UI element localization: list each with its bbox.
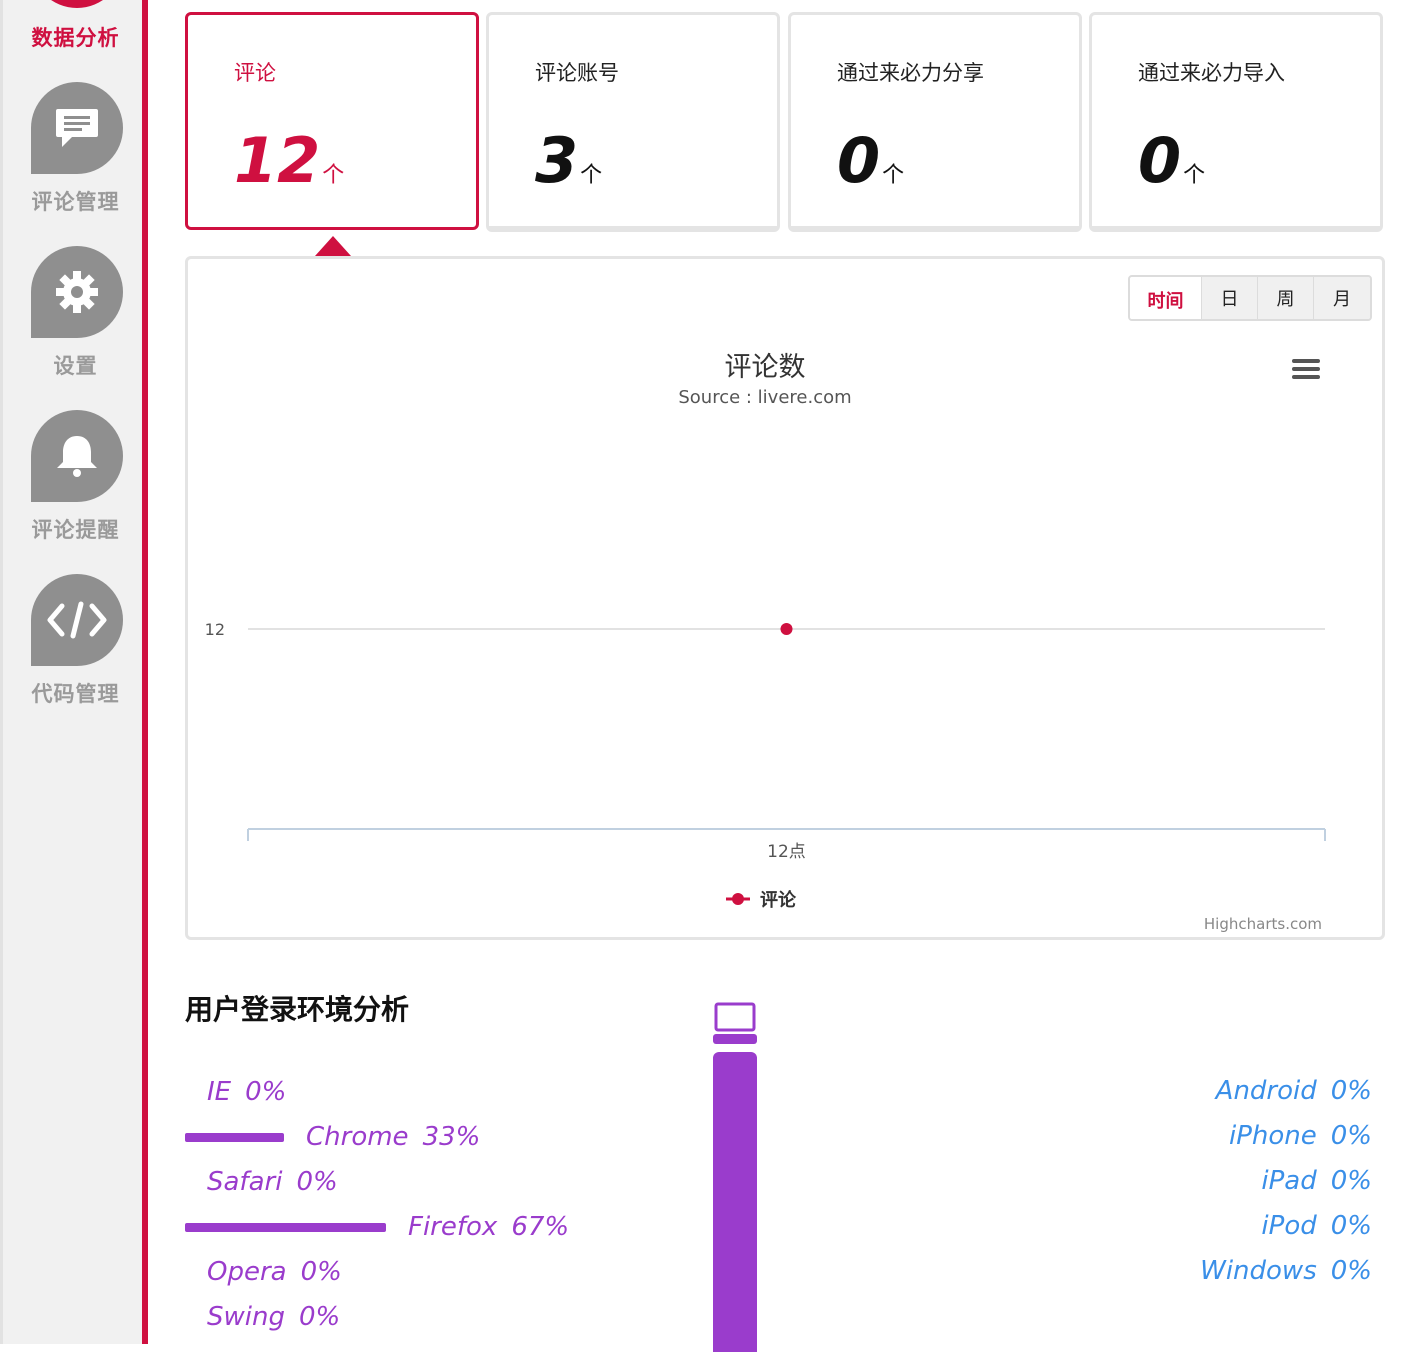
browser-percent: 67% xyxy=(511,1212,570,1242)
stat-card-value: 12个 xyxy=(234,124,345,197)
stat-card-value: 0个 xyxy=(837,124,905,197)
browser-name: IE xyxy=(207,1077,232,1107)
env-section-title: 用户登录环境分析 xyxy=(185,993,410,1026)
os-row: Android 0% xyxy=(1216,1076,1372,1116)
os-percent: 0% xyxy=(1330,1076,1372,1106)
stat-card-title: 通过来必力导入 xyxy=(1138,61,1285,85)
browser-name: Swing xyxy=(207,1302,285,1332)
os-percent: 0% xyxy=(1330,1121,1372,1151)
browser-bar xyxy=(185,1132,284,1142)
browser-percent: 0% xyxy=(296,1167,338,1197)
os-percent: 0% xyxy=(1330,1256,1372,1286)
browser-label: Swing 0% xyxy=(207,1302,340,1332)
browser-name: Firefox xyxy=(408,1212,498,1242)
browser-name: Opera xyxy=(207,1257,287,1287)
os-percent: 0% xyxy=(1330,1211,1372,1241)
stat-card-title: 评论 xyxy=(234,61,276,85)
browser-name: Chrome xyxy=(306,1122,409,1152)
os-row: iPhone 0% xyxy=(1229,1121,1372,1161)
stat-card-shares[interactable]: 通过来必力分享 0个 xyxy=(788,12,1082,232)
legend-symbol-marker xyxy=(732,893,744,905)
browser-row: Opera 0% xyxy=(185,1252,342,1292)
gear-icon[interactable] xyxy=(31,246,123,338)
browser-percent: 0% xyxy=(300,1257,342,1287)
browser-row: Safari 0% xyxy=(185,1162,338,1202)
os-name: Android xyxy=(1215,1076,1317,1106)
browser-row: IE 0% xyxy=(185,1072,286,1112)
chart-panel: 时间 日 周 月 评论数 Source : livere.com 12 12点 评论… xyxy=(185,256,1385,940)
stat-card-value: 3个 xyxy=(535,124,603,197)
stat-card-accounts[interactable]: 评论账号 3个 xyxy=(486,12,780,232)
active-card-pointer xyxy=(315,236,351,256)
sidebar-item-code[interactable]: 代码管理 xyxy=(3,678,148,708)
browser-label: Safari 0% xyxy=(207,1167,338,1197)
browser-percent: 33% xyxy=(422,1122,481,1152)
chart-credits[interactable]: Highcharts.com xyxy=(1204,915,1322,933)
browser-name: Safari xyxy=(207,1167,283,1197)
browser-row: Firefox 67% xyxy=(185,1207,569,1247)
stat-card-title: 评论账号 xyxy=(535,61,619,85)
os-percent: 0% xyxy=(1330,1166,1372,1196)
stat-card-value: 0个 xyxy=(1138,124,1206,197)
code-icon[interactable] xyxy=(31,574,123,666)
sidebar-item-notifications[interactable]: 评论提醒 xyxy=(3,514,148,544)
browser-percent: 0% xyxy=(245,1077,287,1107)
os-row: iPod 0% xyxy=(1261,1211,1372,1251)
sidebar: 数据分析 评论管理 设置 评论提醒 代码管理 xyxy=(0,0,148,1344)
x-tick-label: 12点 xyxy=(767,842,806,862)
os-row: iPad 0% xyxy=(1261,1166,1372,1206)
sidebar-item-analytics[interactable]: 数据分析 xyxy=(3,22,148,52)
browser-row: Chrome 33% xyxy=(185,1117,480,1157)
device-bar xyxy=(713,1052,757,1352)
browser-label: Opera 0% xyxy=(207,1257,342,1287)
browser-label: Chrome 33% xyxy=(306,1122,480,1152)
legend-item: 评论 xyxy=(760,889,797,911)
bell-icon[interactable] xyxy=(31,410,123,502)
browser-percent: 0% xyxy=(298,1302,341,1332)
os-name: iPhone xyxy=(1228,1121,1317,1151)
sidebar-item-settings[interactable]: 设置 xyxy=(3,350,148,380)
os-row: Windows 0% xyxy=(1200,1256,1372,1296)
line-chart: 12 12点评论 xyxy=(205,620,1326,911)
y-tick-label: 12 xyxy=(205,620,225,639)
os-name: iPod xyxy=(1261,1211,1317,1241)
stat-card-comments[interactable]: 评论 12个 xyxy=(185,12,479,230)
stat-card-imports[interactable]: 通过来必力导入 0个 xyxy=(1089,12,1383,232)
data-point xyxy=(780,623,793,635)
os-name: iPad xyxy=(1261,1166,1317,1196)
stat-card-title: 通过来必力分享 xyxy=(837,61,984,85)
browser-row: Swing 0% xyxy=(185,1297,340,1337)
browser-bar xyxy=(185,1222,386,1232)
os-name: Windows xyxy=(1200,1256,1317,1286)
comment-icon[interactable] xyxy=(31,82,123,174)
browser-label: Firefox 67% xyxy=(408,1212,569,1242)
chart-icon[interactable] xyxy=(31,0,123,8)
laptop-icon xyxy=(713,1002,757,1044)
sidebar-item-comments[interactable]: 评论管理 xyxy=(3,186,148,216)
browser-label: IE 0% xyxy=(207,1077,286,1107)
